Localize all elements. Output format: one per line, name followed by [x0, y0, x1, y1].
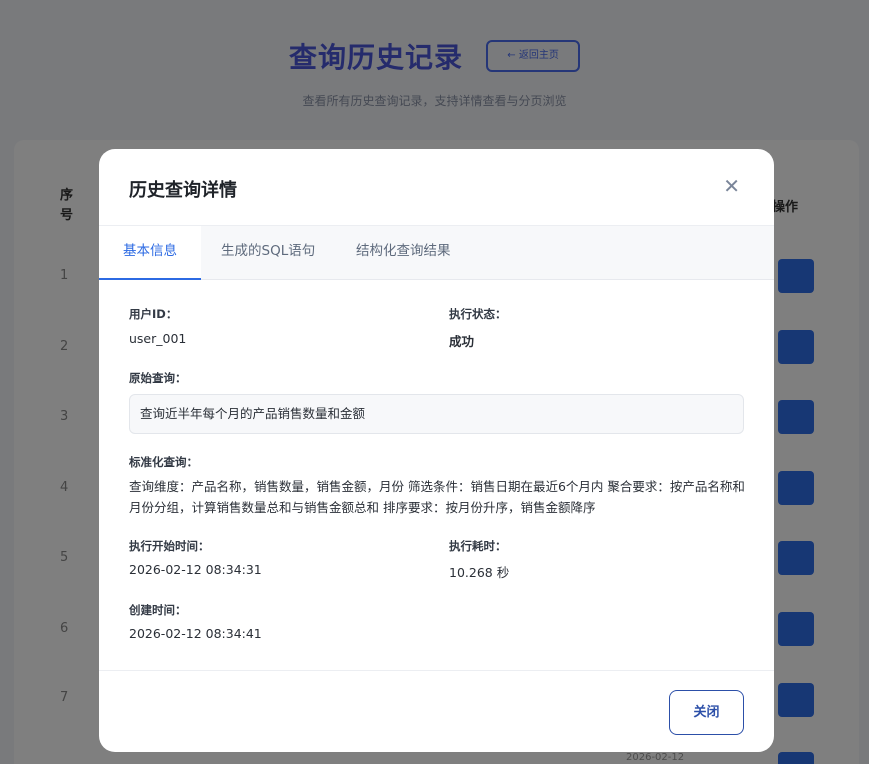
created-time-value: 2026-02-12 08:34:41 — [129, 626, 262, 641]
duration-label: 执行耗时： — [449, 539, 507, 553]
normalized-query-label: 标准化查询： — [129, 455, 198, 469]
original-query-label: 原始查询： — [129, 371, 187, 385]
close-button[interactable]: 关闭 — [669, 690, 744, 735]
close-icon[interactable]: ✕ — [723, 176, 740, 196]
status-label: 执行状态： — [449, 307, 507, 321]
modal-header: 历史查询详情 ✕ — [99, 149, 774, 226]
start-time-label: 执行开始时间： — [129, 539, 210, 553]
modal-title: 历史查询详情 — [129, 180, 237, 201]
user-id-value: user_001 — [129, 331, 187, 346]
tab-structured-result[interactable]: 结构化查询结果 — [332, 226, 475, 280]
duration-value: 10.268 秒 — [449, 565, 510, 580]
history-detail-modal: 历史查询详情 ✕ 基本信息 生成的SQL语句 结构化查询结果 用户ID： use… — [99, 149, 774, 752]
tab-generated-sql[interactable]: 生成的SQL语句 — [197, 226, 339, 280]
user-id-label: 用户ID： — [129, 307, 178, 321]
created-time-label: 创建时间： — [129, 603, 187, 617]
modal-footer: 关闭 — [99, 670, 774, 752]
start-time-value: 2026-02-12 08:34:31 — [129, 562, 262, 577]
original-query-box: 查询近半年每个月的产品销售数量和金额 — [129, 394, 744, 434]
normalized-query-value: 查询维度：产品名称，销售数量，销售金额，月份 筛选条件：销售日期在最近6个月内 … — [129, 479, 745, 515]
status-value: 成功 — [449, 334, 475, 349]
tab-bar: 基本信息 生成的SQL语句 结构化查询结果 — [99, 226, 774, 280]
tab-basic-info[interactable]: 基本信息 — [99, 226, 201, 280]
basic-info-panel: 用户ID： user_001 执行状态： 成功 原始查询： 查询近半年每个月的产… — [99, 280, 774, 670]
